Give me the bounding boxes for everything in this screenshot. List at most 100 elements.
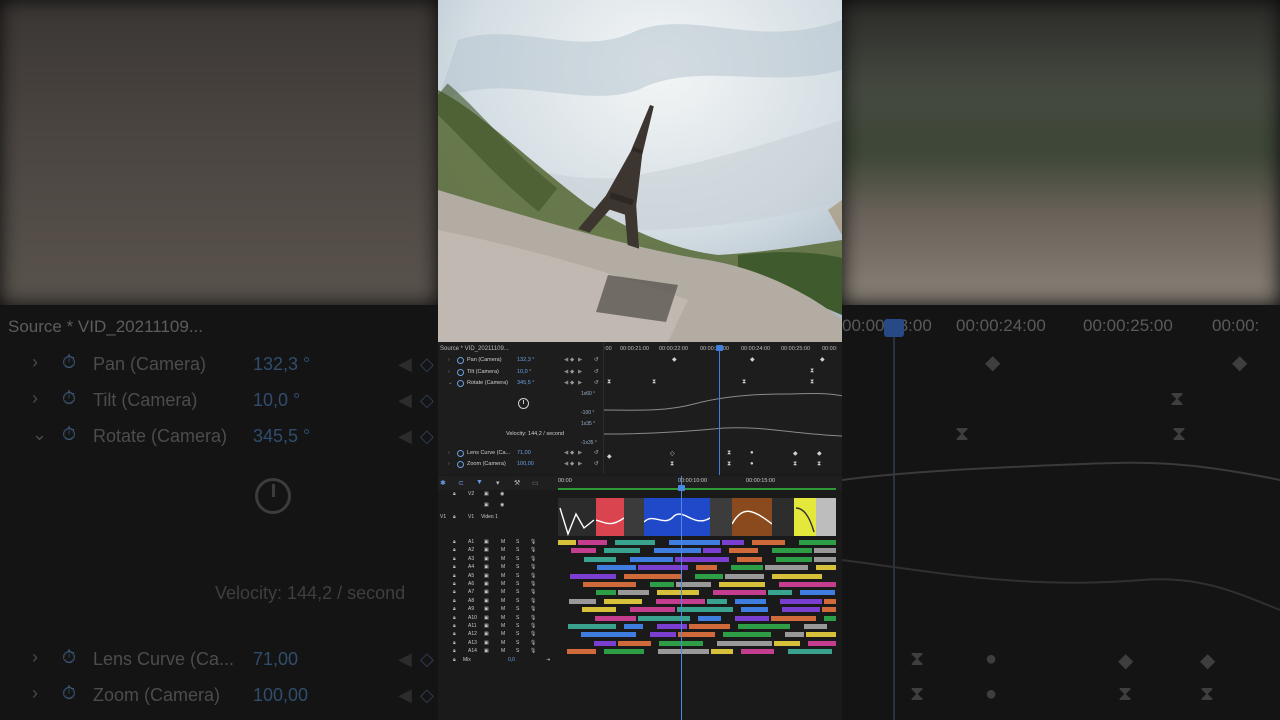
audio-track-header[interactable]: 🔒︎ A1 ▣ M S 🎙︎ — [438, 539, 558, 547]
microphone-icon[interactable]: 🎙︎ — [530, 573, 536, 579]
audio-clip[interactable] — [618, 640, 651, 646]
chevron-right-icon[interactable]: › — [448, 357, 450, 363]
audio-clip[interactable] — [723, 632, 771, 638]
audio-clip[interactable] — [735, 598, 766, 604]
audio-clip[interactable] — [650, 582, 674, 587]
microphone-icon[interactable]: 🎙︎ — [530, 589, 536, 595]
keyframe-hourglass-icon[interactable]: ⧗ — [810, 379, 814, 386]
keyframe-hourglass-icon[interactable]: ⧗ — [607, 379, 611, 386]
audio-clip[interactable] — [571, 548, 596, 554]
audio-clip[interactable] — [695, 573, 723, 579]
audio-track-header[interactable]: 🔒︎ A4 ▣ M S 🎙︎ — [438, 564, 558, 572]
lock-icon[interactable]: 🔒︎ — [453, 657, 456, 663]
microphone-icon[interactable]: 🎙︎ — [530, 606, 536, 612]
audio-track-header[interactable]: 🔒︎ A10 ▣ M S 🎙︎ — [438, 615, 558, 623]
chevron-right-icon[interactable]: › — [448, 450, 450, 456]
solo-button[interactable]: S — [516, 556, 519, 562]
reset-icon[interactable]: ↺ — [594, 380, 599, 386]
microphone-icon[interactable]: 🎙︎ — [530, 547, 536, 553]
audio-clip[interactable] — [689, 624, 730, 629]
value-graph[interactable] — [604, 388, 842, 448]
audio-clip[interactable] — [678, 632, 715, 638]
prev-keyframe-icon[interactable]: ◀ — [564, 461, 568, 467]
param-row-zoom[interactable]: › Zoom (Camera) 100,00 ◀ ◆ ▶ ↺ — [438, 461, 608, 472]
lock-icon[interactable]: 🔒︎ — [453, 491, 456, 497]
audio-clip[interactable] — [722, 540, 744, 545]
audio-clip[interactable] — [669, 540, 720, 545]
audio-clip-icon[interactable]: ▣ — [484, 598, 489, 604]
audio-clip[interactable] — [824, 615, 836, 621]
audio-clip[interactable] — [618, 590, 649, 596]
audio-clip[interactable] — [737, 556, 762, 562]
microphone-icon[interactable]: 🎙︎ — [530, 539, 536, 545]
audio-clip[interactable] — [696, 565, 717, 571]
video-clip[interactable] — [772, 498, 794, 536]
keyframe-hourglass-icon[interactable]: ⧗ — [793, 461, 797, 468]
audio-clip-icon[interactable]: ▣ — [484, 648, 489, 654]
prev-keyframe-icon[interactable]: ◀ — [564, 380, 568, 386]
add-marker-icon[interactable]: ▼ — [476, 479, 483, 486]
audio-track-lane[interactable] — [558, 640, 836, 647]
microphone-icon[interactable]: 🎙︎ — [530, 556, 536, 562]
prev-keyframe-icon[interactable]: ◀ — [564, 450, 568, 456]
video-clip[interactable] — [595, 498, 625, 536]
keyframe-hourglass-icon[interactable]: ⧗ — [817, 461, 821, 468]
audio-clip[interactable] — [804, 624, 827, 629]
timeline-playhead-line[interactable] — [681, 476, 682, 720]
audio-clip-icon[interactable]: ▣ — [484, 564, 489, 570]
lock-icon[interactable]: 🔒︎ — [453, 640, 456, 646]
prev-keyframe-icon[interactable]: ◀ — [564, 369, 568, 375]
captions-icon[interactable]: ▭ — [532, 479, 539, 487]
marker-icon[interactable]: ▾ — [496, 479, 500, 487]
video-clip[interactable] — [816, 498, 836, 536]
audio-clip-icon[interactable]: ▣ — [484, 606, 489, 612]
audio-clip[interactable] — [675, 556, 729, 562]
mute-button[interactable]: M — [501, 581, 505, 587]
audio-clip[interactable] — [698, 615, 721, 621]
audio-clip[interactable] — [658, 649, 709, 655]
mix-track-header[interactable]: 🔒︎ Mix 0,0 ⇥ — [438, 657, 558, 665]
stopwatch-icon[interactable] — [457, 450, 464, 457]
mute-button[interactable]: M — [501, 615, 505, 621]
audio-clip-icon[interactable]: ▣ — [484, 539, 489, 545]
keyframe-diamond-icon[interactable]: ◆ — [793, 450, 798, 457]
audio-clip-icon[interactable]: ▣ — [484, 615, 489, 621]
chevron-down-icon[interactable]: ⌄ — [448, 380, 453, 386]
param-value[interactable]: 345,5 ° — [517, 380, 535, 386]
audio-clip[interactable] — [578, 540, 607, 545]
audio-clip-icon[interactable]: ▣ — [484, 631, 489, 637]
mute-button[interactable]: M — [501, 606, 505, 612]
audio-clip[interactable] — [824, 598, 836, 604]
add-keyframe-icon[interactable]: ◆ — [570, 461, 574, 467]
audio-clip[interactable] — [604, 548, 640, 554]
audio-clip[interactable] — [800, 590, 835, 596]
audio-clip[interactable] — [774, 640, 800, 646]
audio-clip-icon[interactable]: ▣ — [484, 640, 489, 646]
lock-icon[interactable]: 🔒︎ — [453, 581, 456, 587]
mix-value[interactable]: 0,0 — [508, 657, 515, 663]
solo-button[interactable]: S — [516, 648, 519, 654]
param-value[interactable]: 132,3 ° — [517, 357, 535, 363]
track-header-v2[interactable]: 🔒︎ V2 ▣ ◉ — [438, 491, 558, 501]
add-keyframe-icon[interactable]: ◆ — [570, 369, 574, 375]
snap-icon[interactable]: ✱ — [440, 479, 446, 487]
audio-clip[interactable] — [594, 640, 616, 646]
keyframe-diamond-icon[interactable]: ◆ — [750, 356, 755, 363]
audio-clip[interactable] — [752, 540, 785, 545]
audio-clip[interactable] — [568, 624, 616, 629]
keyframe-diamond-icon[interactable]: ◆ — [607, 453, 612, 460]
audio-track-header[interactable]: 🔒︎ A2 ▣ M S 🎙︎ — [438, 547, 558, 555]
audio-track-header[interactable]: 🔒︎ A8 ▣ M S 🎙︎ — [438, 598, 558, 606]
audio-track-header[interactable]: 🔒︎ A3 ▣ M S 🎙︎ — [438, 556, 558, 564]
video-track-v1-lane[interactable] — [558, 498, 836, 537]
audio-clip[interactable] — [771, 615, 816, 621]
next-keyframe-icon[interactable]: ▶ — [578, 461, 582, 467]
mute-button[interactable]: M — [501, 556, 505, 562]
reset-icon[interactable]: ↺ — [594, 450, 599, 456]
video-clip[interactable] — [710, 498, 732, 536]
audio-clip[interactable] — [738, 624, 790, 629]
audio-clip[interactable] — [814, 548, 836, 554]
audio-clip[interactable] — [654, 548, 701, 554]
microphone-icon[interactable]: 🎙︎ — [530, 615, 536, 621]
keyframe-hourglass-icon[interactable]: ⧗ — [742, 379, 746, 386]
